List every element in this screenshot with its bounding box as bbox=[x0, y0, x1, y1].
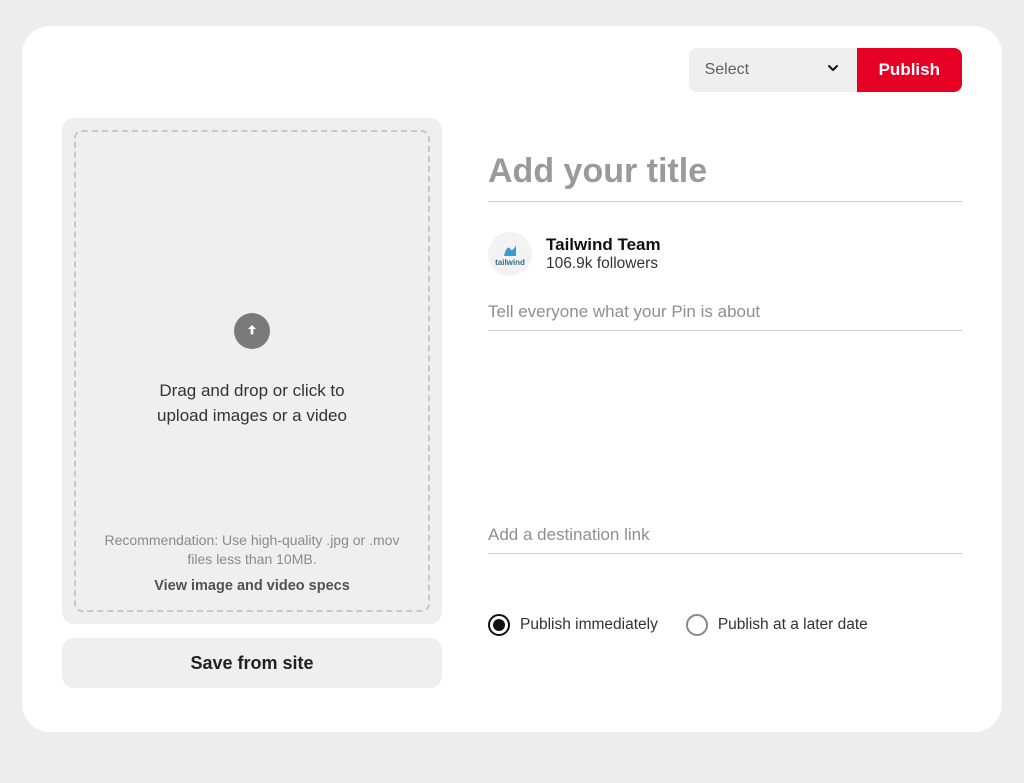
right-column: tailwind Tailwind Team 106.9k followers … bbox=[488, 118, 962, 688]
board-select-dropdown[interactable]: Select bbox=[689, 48, 857, 92]
chevron-down-icon bbox=[825, 60, 841, 81]
upload-area: Drag and drop or click to upload images … bbox=[62, 118, 442, 624]
upload-recommendation-text: Recommendation: Use high-quality .jpg or… bbox=[94, 531, 410, 570]
publish-later-radio[interactable]: Publish at a later date bbox=[686, 614, 868, 636]
left-column: Drag and drop or click to upload images … bbox=[62, 118, 442, 688]
publish-timing-group: Publish immediately Publish at a later d… bbox=[488, 614, 962, 636]
author-row: tailwind Tailwind Team 106.9k followers bbox=[488, 232, 962, 276]
board-select-label: Select bbox=[705, 61, 749, 79]
radio-unselected-icon bbox=[686, 614, 708, 636]
publish-button-label: Publish bbox=[879, 60, 940, 80]
pin-description-input[interactable] bbox=[488, 298, 962, 331]
destination-link-input[interactable] bbox=[488, 521, 962, 554]
publish-later-label: Publish at a later date bbox=[718, 616, 868, 634]
save-from-site-button[interactable]: Save from site bbox=[62, 638, 442, 688]
avatar-brand-text: tailwind bbox=[495, 259, 525, 267]
author-text: Tailwind Team 106.9k followers bbox=[546, 235, 661, 273]
upload-dropzone[interactable]: Drag and drop or click to upload images … bbox=[74, 130, 430, 612]
publish-immediately-radio[interactable]: Publish immediately bbox=[488, 614, 658, 636]
spacer bbox=[488, 331, 962, 521]
pin-builder-card: Select Publish Drag and drop or click to… bbox=[22, 26, 1002, 732]
author-followers: 106.9k followers bbox=[546, 255, 661, 273]
upload-icon bbox=[234, 313, 270, 349]
avatar: tailwind bbox=[488, 232, 532, 276]
publish-button[interactable]: Publish bbox=[857, 48, 962, 92]
pin-title-input[interactable] bbox=[488, 150, 962, 202]
upload-instruction-text: Drag and drop or click to upload images … bbox=[132, 379, 372, 428]
main-layout: Drag and drop or click to upload images … bbox=[62, 118, 962, 688]
publish-immediately-label: Publish immediately bbox=[520, 616, 658, 634]
upload-footer: Recommendation: Use high-quality .jpg or… bbox=[76, 531, 428, 594]
author-name: Tailwind Team bbox=[546, 235, 661, 255]
radio-selected-icon bbox=[488, 614, 510, 636]
topbar: Select Publish bbox=[62, 48, 962, 92]
save-from-site-label: Save from site bbox=[190, 653, 313, 674]
image-video-specs-link[interactable]: View image and video specs bbox=[94, 578, 410, 594]
